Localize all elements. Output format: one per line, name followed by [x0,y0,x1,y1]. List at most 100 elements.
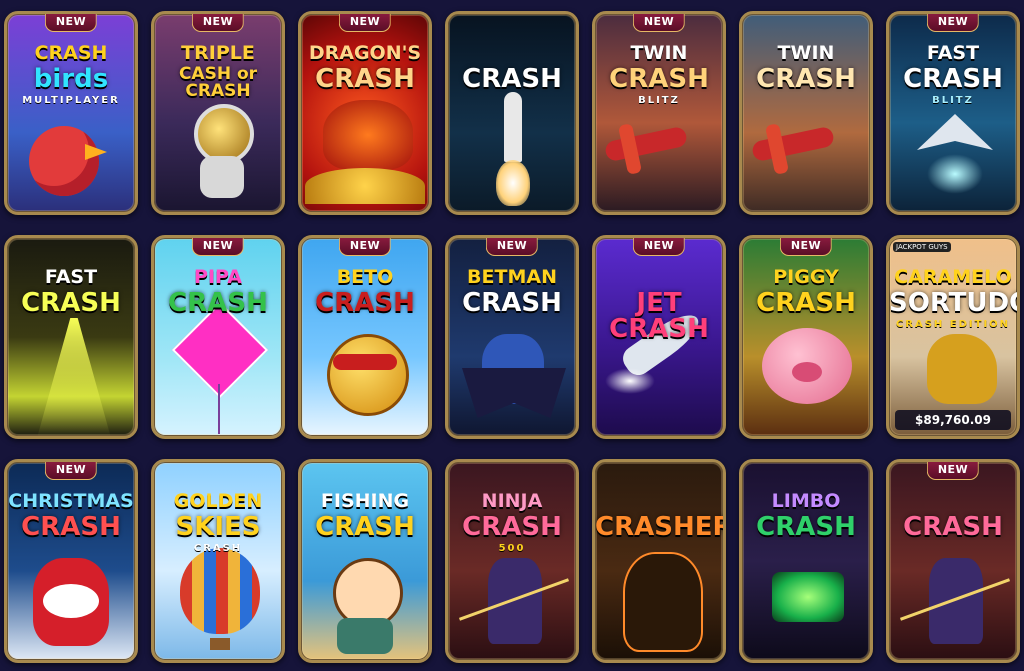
new-badge: NEW [338,238,392,256]
game-title-sub: MULTIPLAYER [22,95,120,106]
game-title-top: CHRISTMAS [8,490,134,512]
game-tile-golden-skies-crash[interactable]: GOLDEN SKIES CRASH [151,459,285,663]
game-title-main: CRASH [756,512,856,542]
new-badge: NEW [338,14,392,32]
game-title-main: CRASH [462,288,562,318]
game-title-sub: BLITZ [638,95,680,106]
game-tile-pipa-crash[interactable]: NEW PIPA CRASH [151,235,285,439]
game-title-top: CRASH [34,42,108,64]
game-tile-beto-crash[interactable]: NEW BETO CRASH [298,235,432,439]
new-badge: NEW [44,14,98,32]
new-badge: NEW [191,238,245,256]
new-badge: NEW [926,462,980,480]
game-grid: NEW CRASH birds MULTIPLAYER NEW TRIPLE CASH or… [0,0,1024,671]
dragon-face [323,100,413,170]
game-title-main: CRASH [315,512,415,542]
game-title-top: TWIN [777,42,835,64]
game-title-main: SKIES [175,512,261,542]
beto-coin [327,334,409,416]
game-tile-caramelo-sortudo[interactable]: JACKPOT GUYS CARAMELO SORTUDO CRASH EDITION… [886,235,1020,439]
game-title-main: CRASH [168,288,268,318]
new-badge: NEW [44,462,98,480]
game-tile-piggy-crash[interactable]: NEW PIGGY CRASH [739,235,873,439]
engine-glow [927,154,983,194]
game-title-main: CRASH [315,288,415,318]
game-title-top: BETMAN [467,266,557,288]
game-tile-triple-cash-or-crash[interactable]: NEW TRIPLE CASH or CRASH [151,11,285,215]
gold-coins [305,168,425,204]
game-tile-ninja-crash-500[interactable]: NINJA CRASH 500 [445,459,579,663]
game-tile-jet-crash[interactable]: NEW JET CRASH [592,235,726,439]
new-badge: NEW [485,238,539,256]
green-portal [772,572,844,622]
game-title-sub: CRASH EDITION [895,319,1011,330]
ninja [929,558,983,644]
new-badge: NEW [191,14,245,32]
balloon-basket [210,638,230,650]
game-tile-crash[interactable]: CRASH [445,11,579,215]
game-title-top: DRAGON'S [308,42,422,64]
game-title-sub: BLITZ [932,95,974,106]
beto-mask [333,354,397,370]
game-title-main: CRASH [903,512,1003,542]
game-title-sub: 500 [498,543,526,554]
astronaut-body [200,156,244,198]
game-tile-crasher[interactable]: CRASHER [592,459,726,663]
pig-snout [792,362,822,382]
plane [750,125,836,163]
game-tile-crash-ninja[interactable]: NEW CRASH [886,459,1020,663]
astronaut-helmet [194,104,254,164]
new-badge: NEW [632,238,686,256]
game-title-main: CRASH [21,512,121,542]
game-tile-betman-crash[interactable]: NEW BETMAN CRASH [445,235,579,439]
jet-trail [605,368,655,394]
hot-air-balloon [180,548,260,634]
game-title-main: CRASH [609,64,709,94]
game-title-top: FAST [926,42,980,64]
game-title-main: CRASHER [595,512,726,542]
santa-beard [43,584,99,618]
bird-beak [85,144,107,160]
bat-cape [462,368,566,418]
game-title-main: CRASH [756,64,856,94]
game-title-top: GOLDEN [173,490,263,512]
game-title-top: FISHING [320,490,410,512]
game-title-main: CASH or CRASH [178,64,258,101]
game-tile-crash-birds[interactable]: NEW CRASH birds MULTIPLAYER [4,11,138,215]
game-tile-fishing-crash[interactable]: FISHING CRASH [298,459,432,663]
game-title-top: PIGGY [773,266,839,288]
game-title-main: CRASH [462,64,562,94]
game-title-main: CRASH [756,288,856,318]
jackpot-guys-label: JACKPOT GUYS [893,242,951,252]
new-badge: NEW [779,238,833,256]
game-title-top: BETO [336,266,394,288]
game-tile-dragons-crash[interactable]: NEW DRAGON'S CRASH [298,11,432,215]
game-title-top: FAST [44,266,98,288]
game-title-main: CRASH [462,512,562,542]
plane [603,125,689,163]
game-tile-twin-crash[interactable]: TWIN CRASH [739,11,873,215]
game-tile-fast-crash[interactable]: FAST CRASH [4,235,138,439]
new-badge: NEW [926,14,980,32]
game-title-main: CRASH [21,288,121,318]
game-title-top: NINJA [481,490,543,512]
game-title-main: JET CRASH [609,288,709,344]
game-title-top: TWIN [630,42,688,64]
game-tile-fast-crash-blitz[interactable]: NEW FAST CRASH BLITZ [886,11,1020,215]
game-title-main: birds [33,64,109,94]
rocket-flame [496,160,530,206]
game-tile-limbo-crash[interactable]: LIMBO CRASH [739,459,873,663]
game-title-main: CRASH [315,64,415,94]
kite-tail [218,384,220,434]
spaceship [917,114,993,150]
game-title-top: CARAMELO [894,266,1012,288]
new-badge: NEW [632,14,686,32]
game-tile-christmas-crash[interactable]: NEW CHRISTMAS CRASH [4,459,138,663]
game-title-main: CRASH [903,64,1003,94]
game-tile-twin-crash-blitz[interactable]: NEW TWIN CRASH BLITZ [592,11,726,215]
rocket [504,92,522,162]
game-title-top: PIPA [194,266,242,288]
bird-art [29,126,99,196]
game-title-top: TRIPLE [181,42,255,64]
ninja [488,558,542,644]
